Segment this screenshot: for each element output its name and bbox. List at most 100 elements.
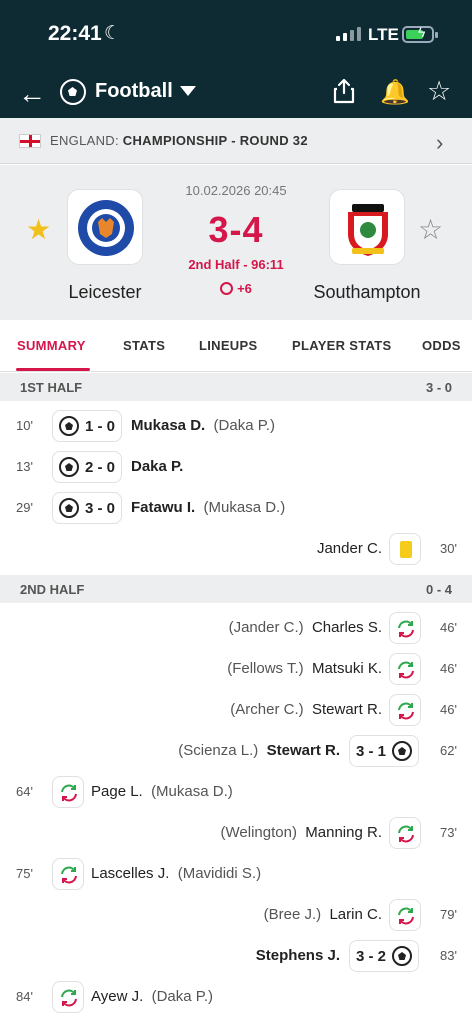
event-minute: 62' xyxy=(440,743,457,758)
match-tabs: SUMMARY STATS LINEUPS PLAYER STATS ODDS xyxy=(0,320,472,372)
event-player: Fatawu I. (Mukasa D.) xyxy=(131,499,286,516)
second-half-header: 2ND HALF 0 - 4 xyxy=(0,575,472,603)
substitution-icon xyxy=(61,784,77,802)
away-team-crest[interactable] xyxy=(329,189,405,265)
event-player: (Fellows T.) Matsuki K. xyxy=(227,660,382,677)
leicester-crest-icon xyxy=(78,200,134,256)
section-score: 3 - 0 xyxy=(425,380,452,395)
event-row[interactable]: (Jander C.) Charles S. 46' xyxy=(0,608,472,649)
goal-score: 3 - 0 xyxy=(85,499,116,517)
event-minute: 64' xyxy=(16,784,33,799)
tab-player-stats[interactable]: PLAYER STATS xyxy=(292,338,391,353)
substitution-badge xyxy=(389,694,421,726)
tab-stats[interactable]: STATS xyxy=(123,338,165,353)
signal-icon xyxy=(336,27,361,41)
event-player: (Welington) Manning R. xyxy=(220,824,382,841)
event-row[interactable]: 10' 1 - 0 Mukasa D. (Daka P.) xyxy=(0,406,472,447)
tab-odds[interactable]: ODDS xyxy=(422,338,461,353)
goal-badge: 3 - 2 xyxy=(349,940,420,972)
event-row[interactable]: 84' Ayew J. (Daka P.) xyxy=(0,977,472,1018)
share-icon[interactable] xyxy=(333,78,355,104)
chevron-right-icon[interactable]: › xyxy=(436,130,443,156)
event-row[interactable]: (Bree J.) Larin C. 79' xyxy=(0,895,472,936)
substitution-badge xyxy=(389,612,421,644)
section-score: 0 - 4 xyxy=(425,582,452,597)
event-row[interactable]: Jander C. 30' xyxy=(0,529,472,570)
stopwatch-icon xyxy=(220,282,234,295)
battery-icon: ϟ xyxy=(402,24,438,43)
moon-icon: ☾ xyxy=(104,23,122,44)
top-bar: ← Football 🔔 ☆ xyxy=(0,70,472,118)
event-player: (Scienza L.) Stewart R. xyxy=(178,742,340,759)
match-period: 2nd Half - 96:11 xyxy=(188,257,284,272)
first-half-header: 1ST HALF 3 - 0 xyxy=(0,373,472,401)
goal-score: 3 - 1 xyxy=(356,742,387,760)
event-player: (Jander C.) Charles S. xyxy=(228,619,382,636)
back-arrow-icon[interactable]: ← xyxy=(18,78,46,110)
event-row[interactable]: (Welington) Manning R. 73' xyxy=(0,813,472,854)
tab-summary[interactable]: SUMMARY xyxy=(17,338,86,353)
goal-score: 3 - 2 xyxy=(356,947,387,965)
football-icon xyxy=(59,416,79,436)
event-minute: 46' xyxy=(440,702,457,717)
section-label: 2ND HALF xyxy=(20,582,85,597)
yellow-card-icon xyxy=(400,541,412,558)
event-row[interactable]: 64' Page L. (Mukasa D.) xyxy=(0,772,472,813)
goal-score: 1 - 0 xyxy=(85,417,116,435)
goal-badge: 3 - 1 xyxy=(349,735,420,767)
football-icon xyxy=(59,457,79,477)
substitution-badge xyxy=(52,858,84,890)
football-icon xyxy=(392,741,413,761)
match-header: ★ Leicester 10.02.2026 20:45 3-4 2nd Hal… xyxy=(0,165,472,320)
event-row[interactable]: Stephens J. 3 - 2 83' xyxy=(0,936,472,977)
event-player: Lascelles J. (Mavididi S.) xyxy=(91,865,262,882)
event-minute: 46' xyxy=(440,620,457,635)
favorite-home-star-icon[interactable]: ★ xyxy=(26,213,51,246)
event-player: Mukasa D. (Daka P.) xyxy=(131,417,275,434)
substitution-icon xyxy=(398,620,414,638)
bell-icon[interactable]: 🔔 xyxy=(380,78,410,107)
event-minute: 75' xyxy=(16,866,33,881)
event-row[interactable]: 29' 3 - 0 Fatawu I. (Mukasa D.) xyxy=(0,488,472,529)
event-player: (Archer C.) Stewart R. xyxy=(230,701,382,718)
goal-badge: 2 - 0 xyxy=(52,451,123,483)
event-player: Stephens J. xyxy=(255,947,340,964)
network-label: LTE xyxy=(368,25,399,44)
event-minute: 29' xyxy=(16,500,33,515)
event-minute: 10' xyxy=(16,418,33,433)
favorite-away-star-icon[interactable]: ☆ xyxy=(418,213,443,246)
league-bar[interactable]: ENGLAND: CHAMPIONSHIP - ROUND 32 › xyxy=(0,118,472,164)
event-player: (Bree J.) Larin C. xyxy=(263,906,382,923)
event-row[interactable]: 13' 2 - 0 Daka P. xyxy=(0,447,472,488)
event-row[interactable]: (Fellows T.) Matsuki K. 46' xyxy=(0,649,472,690)
event-player: Daka P. xyxy=(131,458,184,475)
event-minute: 46' xyxy=(440,661,457,676)
england-flag-icon xyxy=(19,134,41,148)
match-datetime: 10.02.2026 20:45 xyxy=(185,183,287,198)
substitution-icon xyxy=(398,702,414,720)
event-minute: 30' xyxy=(440,541,457,556)
substitution-badge xyxy=(389,817,421,849)
goal-score: 2 - 0 xyxy=(85,458,116,476)
event-row[interactable]: 75' Lascelles J. (Mavididi S.) xyxy=(0,854,472,895)
league-label: ENGLAND: CHAMPIONSHIP - ROUND 32 xyxy=(50,133,308,148)
football-icon xyxy=(59,498,79,518)
sport-selector[interactable]: Football xyxy=(95,80,173,103)
home-team-crest[interactable] xyxy=(67,189,143,265)
event-minute: 83' xyxy=(440,948,457,963)
away-team-name[interactable]: Southampton xyxy=(287,282,447,303)
event-row[interactable]: (Archer C.) Stewart R. 46' xyxy=(0,690,472,731)
star-icon[interactable]: ☆ xyxy=(427,76,451,107)
event-row[interactable]: (Scienza L.) Stewart R. 3 - 1 62' xyxy=(0,731,472,772)
football-icon xyxy=(392,946,413,966)
event-minute: 84' xyxy=(16,989,33,1004)
goal-badge: 1 - 0 xyxy=(52,410,123,442)
chevron-down-icon[interactable] xyxy=(180,86,196,96)
event-player: Ayew J. (Daka P.) xyxy=(91,988,214,1005)
substitution-badge xyxy=(52,981,84,1013)
tab-lineups[interactable]: LINEUPS xyxy=(199,338,257,353)
substitution-icon xyxy=(398,907,414,925)
section-label: 1ST HALF xyxy=(20,380,83,395)
goal-badge: 3 - 0 xyxy=(52,492,123,524)
football-icon[interactable] xyxy=(60,79,86,105)
